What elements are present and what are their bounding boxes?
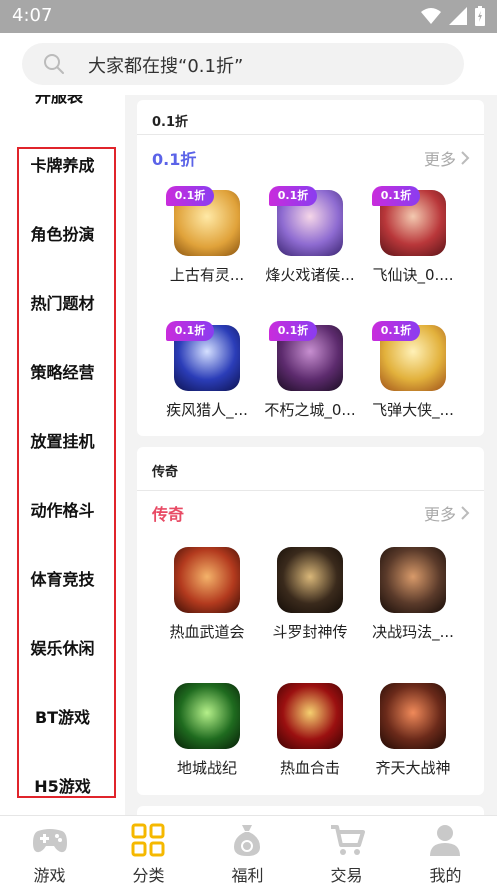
game-name: 齐天大战神 [375, 759, 451, 777]
sidebar-item-card[interactable]: 卡牌养成 [0, 152, 125, 176]
nav-mine[interactable]: 我的 [396, 816, 495, 884]
user-icon [430, 825, 460, 856]
discount-badge: 0.1折 [372, 321, 420, 341]
discount-badge: 0.1折 [166, 186, 214, 206]
status-icons [421, 6, 485, 26]
wifi-icon [421, 8, 441, 24]
nav-trade[interactable]: 交易 [297, 816, 396, 884]
game-name: 热血武道会 [169, 623, 245, 641]
section-divider [137, 490, 484, 491]
sidebar-item-partial[interactable]: 开服表 [35, 95, 83, 107]
sidebar-item-hot[interactable]: 热门题材 [0, 290, 125, 314]
game-item[interactable]: 热血合击 [255, 683, 365, 778]
mafa-game-icon [380, 547, 446, 613]
section-divider [137, 134, 484, 135]
search-icon [44, 54, 64, 74]
sidebar-item-bt[interactable]: BT游戏 [0, 704, 125, 728]
section-card-legend: 传奇 传奇 更多 热血武道会 斗罗封神传 决战玛法_... 地城战纪 热血合击 [137, 447, 484, 795]
game-name: 斗罗封神传 [272, 623, 348, 641]
nav-welfare[interactable]: 福利 [198, 816, 297, 884]
section-header: 传奇 [152, 465, 179, 480]
nav-games[interactable]: 游戏 [0, 816, 99, 884]
section-card-next [137, 806, 484, 815]
category-grid-icon [131, 823, 165, 857]
section-card-discount: 0.1折 0.1折 更多 0.1折 上古有灵... 0.1折 烽火戏诸侯... … [137, 100, 484, 436]
game-name: 热血合击 [279, 759, 340, 777]
nav-label: 分类 [132, 866, 165, 884]
nav-label: 福利 [231, 866, 264, 884]
nav-category[interactable]: 分类 [99, 816, 198, 884]
sidebar-item-action[interactable]: 动作格斗 [0, 497, 125, 521]
game-name: 上古有灵... [169, 266, 245, 284]
wu-character-game-icon [174, 547, 240, 613]
game-item[interactable]: 0.1折 不朽之城_0... [255, 321, 365, 420]
category-content: 0.1折 0.1折 更多 0.1折 上古有灵... 0.1折 烽火戏诸侯... … [125, 95, 497, 815]
monkey-king-game-icon [380, 683, 446, 749]
game-name: 地城战纪 [176, 759, 237, 777]
section-title: 0.1折 [152, 150, 197, 169]
skull-game-icon [174, 683, 240, 749]
game-item[interactable]: 0.1折 疾风猎人_... [152, 321, 262, 420]
section-title: 传奇 [152, 505, 185, 524]
dragon-character-game-icon [277, 683, 343, 749]
money-bag-icon [234, 825, 260, 856]
status-time: 4:07 [12, 5, 53, 26]
game-item[interactable]: 地城战纪 [152, 683, 262, 778]
bottom-nav: 游戏 分类 福利 交易 我的 [0, 815, 497, 884]
sidebar-item-sports[interactable]: 体育竞技 [0, 566, 125, 590]
section-header: 0.1折 [152, 115, 189, 130]
nav-label: 我的 [429, 866, 462, 884]
status-bar: 4:07 [0, 0, 497, 33]
more-link[interactable]: 更多 [424, 146, 470, 170]
game-name: 疾风猎人_... [166, 401, 248, 419]
discount-badge: 0.1折 [269, 321, 317, 341]
game-item[interactable]: 热血武道会 [152, 547, 262, 642]
sword-game-icon [277, 547, 343, 613]
search-placeholder: 大家都在搜“0.1折” [88, 56, 244, 77]
game-item[interactable]: 0.1折 烽火戏诸侯... [255, 186, 365, 285]
more-link[interactable]: 更多 [424, 501, 470, 525]
game-name: 烽火戏诸侯... [265, 266, 355, 284]
game-item[interactable]: 0.1折 飞弹大侠_... [358, 321, 468, 420]
game-item[interactable]: 齐天大战神 [358, 683, 468, 778]
sidebar-item-idle[interactable]: 放置挂机 [0, 428, 125, 452]
nav-label: 游戏 [33, 866, 66, 884]
game-item[interactable]: 决战玛法_... [358, 547, 468, 642]
game-name: 飞仙诀_0.... [372, 266, 454, 284]
category-sidebar: 开服表 卡牌养成 角色扮演 热门题材 策略经营 放置挂机 动作格斗 体育竞技 娱… [0, 95, 125, 815]
game-name: 决战玛法_... [372, 623, 454, 641]
cart-icon [331, 825, 365, 855]
chevron-right-icon [461, 506, 470, 520]
gamepad-icon [33, 829, 67, 853]
game-name: 不朽之城_0... [264, 401, 356, 419]
game-item[interactable]: 0.1折 飞仙诀_0.... [358, 186, 468, 285]
game-item[interactable]: 0.1折 上古有灵... [152, 186, 262, 285]
chevron-right-icon [461, 151, 470, 165]
sidebar-item-casual[interactable]: 娱乐休闲 [0, 635, 125, 659]
discount-badge: 0.1折 [269, 186, 317, 206]
sidebar-item-strategy[interactable]: 策略经营 [0, 359, 125, 383]
discount-badge: 0.1折 [372, 186, 420, 206]
sidebar-item-rpg[interactable]: 角色扮演 [0, 221, 125, 245]
search-area: 大家都在搜“0.1折” [0, 33, 497, 95]
signal-icon [449, 7, 467, 25]
game-item[interactable]: 斗罗封神传 [255, 547, 365, 642]
more-label: 更多 [423, 150, 456, 169]
battery-icon [475, 6, 485, 26]
nav-label: 交易 [330, 866, 363, 884]
sidebar-item-h5[interactable]: H5游戏 [0, 773, 125, 797]
game-name: 飞弹大侠_... [372, 401, 454, 419]
more-label: 更多 [423, 505, 456, 524]
search-input[interactable]: 大家都在搜“0.1折” [22, 43, 464, 85]
discount-badge: 0.1折 [166, 321, 214, 341]
